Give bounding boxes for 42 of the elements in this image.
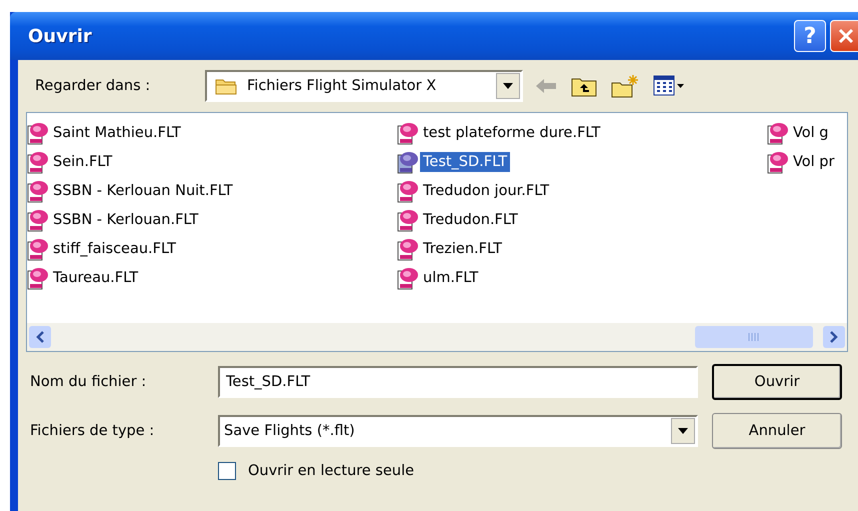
file-item[interactable]: Saint Mathieu.FLT bbox=[27, 119, 184, 146]
file-type-dropdown[interactable]: Save Flights (*.flt) bbox=[218, 415, 698, 447]
close-icon bbox=[837, 27, 855, 45]
file-icon bbox=[397, 236, 419, 260]
look-in-dropdown[interactable]: Fichiers Flight Simulator X bbox=[205, 70, 523, 102]
file-item[interactable]: SSBN - Kerlouan Nuit.FLT bbox=[27, 177, 236, 204]
file-icon bbox=[767, 150, 789, 174]
file-item[interactable]: SSBN - Kerlouan.FLT bbox=[27, 206, 202, 233]
file-item[interactable]: test plateforme dure.FLT bbox=[397, 119, 604, 146]
file-icon bbox=[397, 208, 419, 232]
filename-label: Nom du fichier : bbox=[30, 374, 148, 390]
horizontal-scrollbar[interactable] bbox=[27, 323, 847, 351]
folder-icon bbox=[215, 77, 237, 95]
scroll-right-icon[interactable] bbox=[823, 326, 845, 348]
file-icon bbox=[767, 120, 789, 144]
file-item[interactable]: Tredudon jour.FLT bbox=[397, 177, 552, 204]
file-item[interactable]: Tredudon.FLT bbox=[397, 206, 521, 233]
scroll-thumb[interactable] bbox=[695, 326, 813, 348]
file-icon bbox=[397, 150, 419, 174]
new-folder-icon[interactable] bbox=[611, 74, 639, 98]
window-title: Ouvrir bbox=[28, 26, 93, 46]
file-type-label: Fichiers de type : bbox=[30, 423, 156, 439]
file-item[interactable]: Taureau.FLT bbox=[27, 264, 142, 291]
file-item[interactable]: Trezien.FLT bbox=[397, 235, 505, 262]
file-icon bbox=[397, 120, 419, 144]
file-item[interactable]: Sein.FLT bbox=[27, 148, 116, 175]
close-button[interactable] bbox=[830, 20, 858, 52]
file-item[interactable]: Vol pr bbox=[767, 148, 838, 175]
file-item[interactable]: Vol g bbox=[767, 119, 832, 146]
help-button[interactable]: ? bbox=[794, 20, 826, 52]
file-icon bbox=[397, 266, 419, 290]
scroll-left-icon[interactable] bbox=[29, 326, 51, 348]
readonly-label: Ouvrir en lecture seule bbox=[248, 463, 414, 479]
look-in-label: Regarder dans : bbox=[34, 78, 152, 94]
open-button[interactable]: Ouvrir bbox=[712, 364, 842, 400]
filename-field[interactable]: Test_SD.FLT bbox=[218, 366, 698, 398]
cancel-button[interactable]: Annuler bbox=[712, 413, 842, 449]
file-item[interactable]: stiff_faisceau.FLT bbox=[27, 235, 179, 262]
file-item[interactable]: ulm.FLT bbox=[397, 264, 482, 291]
view-menu-icon[interactable] bbox=[653, 75, 685, 97]
file-icon bbox=[397, 178, 419, 202]
readonly-checkbox[interactable] bbox=[218, 462, 236, 480]
